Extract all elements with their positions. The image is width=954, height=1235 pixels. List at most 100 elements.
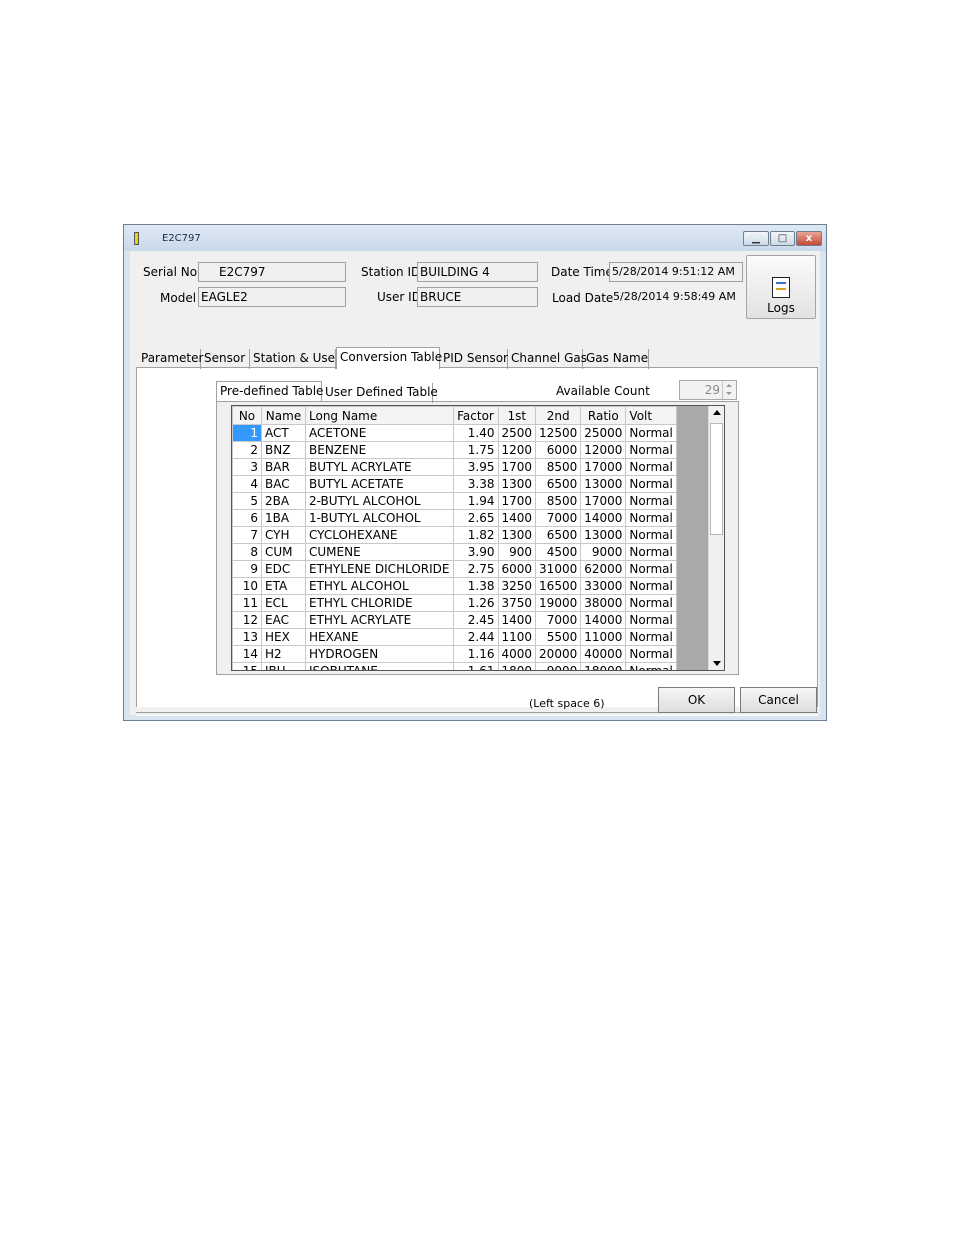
table-cell[interactable]: BENZENE: [305, 441, 454, 459]
subtab-predefined[interactable]: Pre-defined Table: [216, 381, 323, 401]
table-cell[interactable]: BAR: [261, 458, 306, 476]
table-cell[interactable]: 11000: [580, 628, 627, 646]
table-cell[interactable]: Normal: [625, 509, 677, 527]
table-cell[interactable]: 13: [232, 628, 262, 646]
table-cell[interactable]: 14000: [580, 611, 627, 629]
table-cell[interactable]: 1.61: [452, 662, 499, 670]
table-cell[interactable]: 3250: [497, 577, 537, 595]
table-cell[interactable]: 3.95: [452, 458, 499, 476]
title-bar[interactable]: E2C797 ▁ □ x: [124, 225, 826, 251]
table-cell[interactable]: 1400: [497, 509, 537, 527]
table-cell[interactable]: Normal: [625, 424, 677, 442]
table-cell[interactable]: 7000: [535, 611, 582, 629]
table-cell[interactable]: 6000: [497, 560, 537, 578]
col-no[interactable]: No: [232, 406, 262, 425]
table-cell[interactable]: EDC: [261, 560, 306, 578]
table-cell[interactable]: CUM: [261, 543, 306, 561]
table-cell[interactable]: 8: [232, 543, 262, 561]
table-cell[interactable]: Normal: [625, 543, 677, 561]
table-cell[interactable]: Normal: [625, 645, 677, 663]
tab-sensor[interactable]: Sensor: [201, 349, 250, 369]
table-cell[interactable]: 9000: [535, 662, 582, 670]
table-cell[interactable]: 25000: [580, 424, 627, 442]
table-cell[interactable]: Normal: [625, 492, 677, 510]
cancel-button[interactable]: Cancel: [740, 687, 817, 713]
table-row[interactable]: 7 CYH CYCLOHEXANE 1.82 1300 6500 13000 Normal: [232, 526, 677, 544]
table-cell[interactable]: 40000: [580, 645, 627, 663]
table-cell[interactable]: 4000: [497, 645, 537, 663]
table-cell[interactable]: Normal: [625, 628, 677, 646]
table-cell[interactable]: 2.65: [452, 509, 499, 527]
tab-channel-gas[interactable]: Channel Gas: [508, 349, 587, 369]
scroll-thumb[interactable]: [710, 423, 723, 535]
table-row[interactable]: 4 BAC BUTYL ACETATE 3.38 1300 6500 13000 Normal: [232, 475, 677, 493]
table-cell[interactable]: Normal: [625, 594, 677, 612]
table-cell[interactable]: 7: [232, 526, 262, 544]
scroll-down-icon[interactable]: [713, 661, 721, 666]
table-cell[interactable]: BUTYL ACRYLATE: [305, 458, 454, 476]
table-row[interactable]: 13 HEX HEXANE 2.44 1100 5500 11000 Normal: [232, 628, 677, 646]
table-cell[interactable]: ETA: [261, 577, 306, 595]
table-cell[interactable]: 15: [232, 662, 262, 670]
table-row[interactable]: 2 BNZ BENZENE 1.75 1200 6000 12000 Normal: [232, 441, 677, 459]
table-cell[interactable]: ETHYL ACRYLATE: [305, 611, 454, 629]
table-row[interactable]: 14 H2 HYDROGEN 1.16 4000 20000 40000 Normal: [232, 645, 677, 663]
ok-button[interactable]: OK: [658, 687, 735, 713]
tab-gas-name[interactable]: Gas Name: [583, 349, 649, 369]
table-cell[interactable]: ETHYL ALCOHOL: [305, 577, 454, 595]
table-cell[interactable]: 12500: [535, 424, 582, 442]
table-cell[interactable]: 19000: [535, 594, 582, 612]
table-cell[interactable]: CYCLOHEXANE: [305, 526, 454, 544]
table-cell[interactable]: Normal: [625, 577, 677, 595]
tab-station-user[interactable]: Station & User: [250, 349, 340, 369]
col-1st[interactable]: 1st: [497, 406, 537, 425]
table-row[interactable]: 1 ACT ACETONE 1.40 2500 12500 25000 Normal: [232, 424, 677, 442]
table-cell[interactable]: 5500: [535, 628, 582, 646]
table-cell[interactable]: 2-BUTYL ALCOHOL: [305, 492, 454, 510]
table-cell[interactable]: ETHYLENE DICHLORIDE: [305, 560, 454, 578]
table-cell[interactable]: ECL: [261, 594, 306, 612]
table-cell[interactable]: 16500: [535, 577, 582, 595]
table-cell[interactable]: 1.94: [452, 492, 499, 510]
logs-button[interactable]: Logs: [746, 255, 816, 319]
table-cell[interactable]: 1700: [497, 492, 537, 510]
table-cell[interactable]: 20000: [535, 645, 582, 663]
close-button[interactable]: x: [796, 231, 822, 246]
table-row[interactable]: 12 EAC ETHYL ACRYLATE 2.45 1400 7000 14000 Norm…: [232, 611, 677, 629]
table-cell[interactable]: 2BA: [261, 492, 306, 510]
tab-parameter[interactable]: Parameter: [138, 349, 203, 369]
table-cell[interactable]: 12: [232, 611, 262, 629]
table-cell[interactable]: 33000: [580, 577, 627, 595]
table-cell[interactable]: 9: [232, 560, 262, 578]
table-cell[interactable]: 3750: [497, 594, 537, 612]
spinner-buttons[interactable]: [722, 381, 736, 399]
scroll-up-icon[interactable]: [713, 410, 721, 415]
table-row[interactable]: 10 ETA ETHYL ALCOHOL 1.38 3250 16500 33000 Norm…: [232, 577, 677, 595]
spin-down-icon[interactable]: [726, 392, 732, 395]
table-row[interactable]: 15 IBU ISOBUTANE 1.61 1800 9000 18000 Normal: [232, 662, 677, 670]
table-cell[interactable]: 1.16: [452, 645, 499, 663]
conversion-grid[interactable]: No Name Long Name Factor 1st 2nd Ratio V…: [231, 405, 725, 671]
tab-conversion-table[interactable]: Conversion Table: [336, 347, 442, 369]
table-cell[interactable]: Normal: [625, 526, 677, 544]
table-cell[interactable]: 1: [232, 424, 262, 442]
maximize-button[interactable]: □: [770, 231, 795, 246]
table-cell[interactable]: 13000: [580, 475, 627, 493]
table-cell[interactable]: 12000: [580, 441, 627, 459]
table-cell[interactable]: 3.38: [452, 475, 499, 493]
col-name[interactable]: Name: [261, 406, 306, 425]
table-cell[interactable]: 9000: [580, 543, 627, 561]
table-cell[interactable]: 1300: [497, 475, 537, 493]
table-cell[interactable]: 38000: [580, 594, 627, 612]
table-cell[interactable]: 1100: [497, 628, 537, 646]
table-cell[interactable]: 1.40: [452, 424, 499, 442]
table-cell[interactable]: 17000: [580, 458, 627, 476]
table-cell[interactable]: Normal: [625, 560, 677, 578]
table-cell[interactable]: BAC: [261, 475, 306, 493]
table-cell[interactable]: 3: [232, 458, 262, 476]
tab-pid-sensor[interactable]: PID Sensor: [440, 349, 508, 369]
table-cell[interactable]: 6500: [535, 475, 582, 493]
table-cell[interactable]: 14: [232, 645, 262, 663]
table-cell[interactable]: 62000: [580, 560, 627, 578]
table-cell[interactable]: HYDROGEN: [305, 645, 454, 663]
